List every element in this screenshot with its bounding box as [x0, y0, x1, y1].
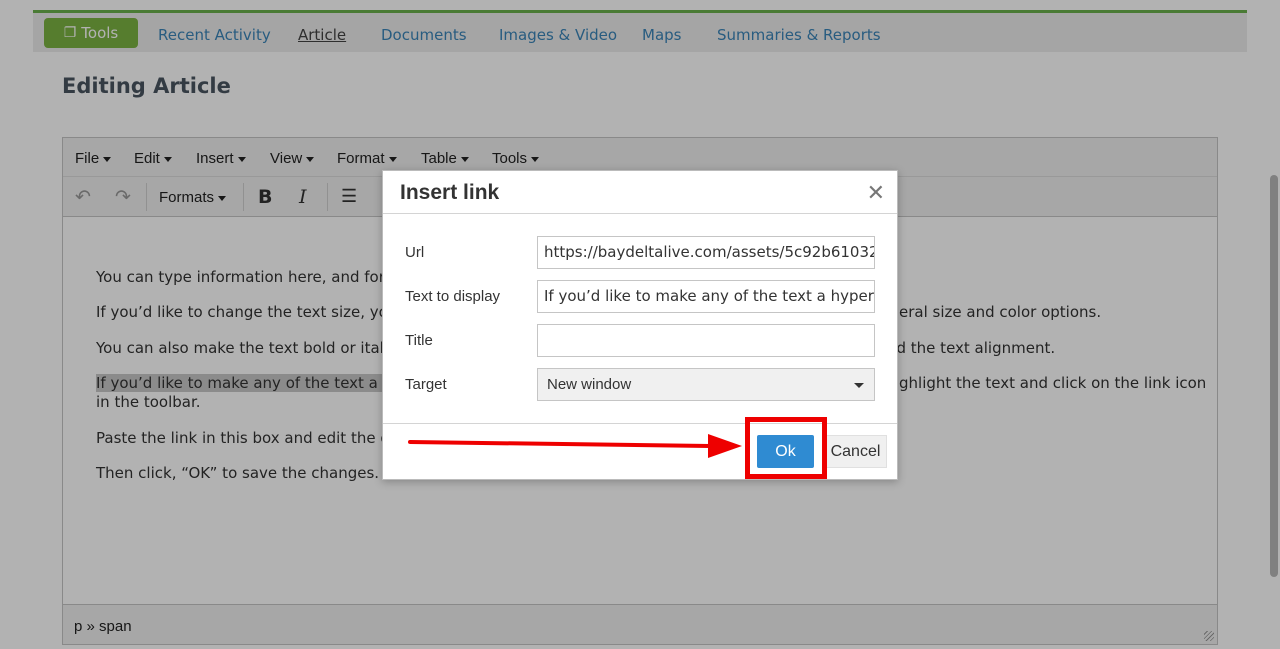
arrow-head — [708, 434, 742, 458]
target-label: Target — [405, 376, 447, 393]
arrow-shaft — [408, 440, 712, 448]
url-label: Url — [405, 244, 425, 261]
text-to-display-input[interactable]: If you’d like to make any of the text a … — [537, 280, 875, 313]
text-to-display-label: Text to display — [405, 288, 501, 305]
dialog-title: Insert link — [400, 181, 500, 204]
annotation-arrow-icon — [408, 434, 742, 458]
title-label: Title — [405, 332, 433, 349]
close-icon[interactable]: ✕ — [867, 180, 885, 206]
title-input[interactable] — [537, 324, 875, 357]
caret-down-icon — [854, 383, 864, 388]
annotation-highlight-box — [745, 417, 827, 479]
target-select[interactable]: New window — [537, 368, 875, 401]
cancel-button[interactable]: Cancel — [824, 435, 887, 468]
target-selected-value: New window — [547, 376, 632, 393]
url-input[interactable]: https://baydeltalive.com/assets/5c92b610… — [537, 236, 875, 269]
dialog-header: Insert link ✕ — [383, 171, 897, 214]
